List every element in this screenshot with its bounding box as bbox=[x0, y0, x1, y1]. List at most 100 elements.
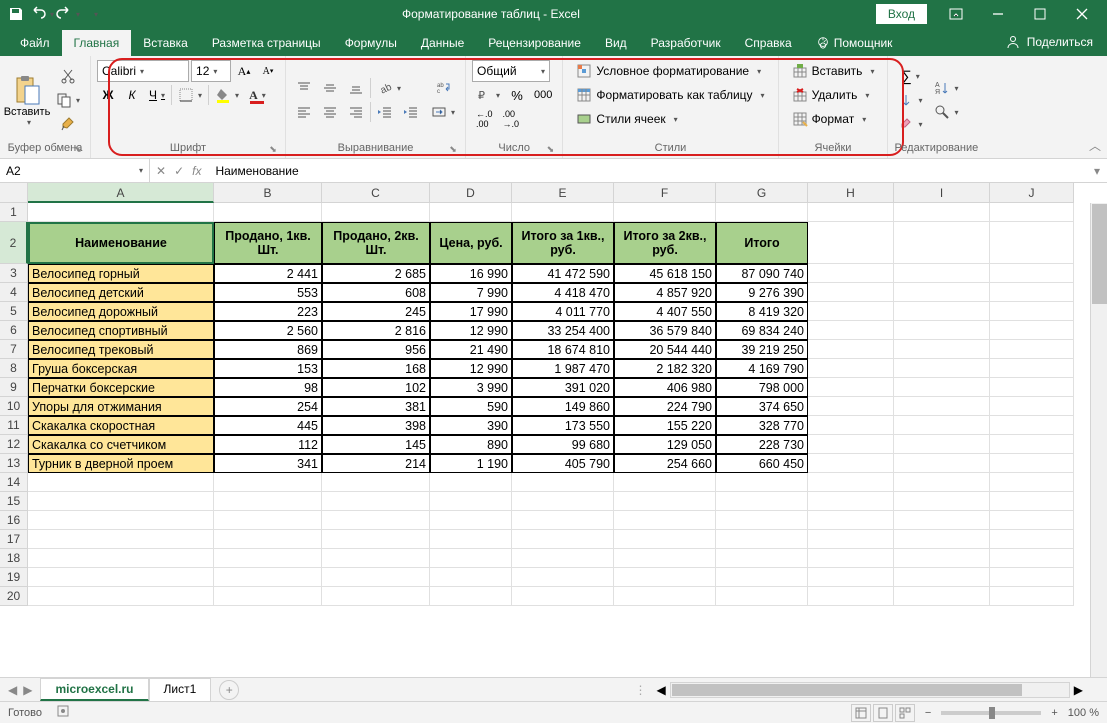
cell-J15[interactable] bbox=[990, 492, 1074, 511]
row-header-20[interactable]: 20 bbox=[0, 587, 28, 606]
cell-C10[interactable]: 381 bbox=[322, 397, 430, 416]
cell-C17[interactable] bbox=[322, 530, 430, 549]
cell-F19[interactable] bbox=[614, 568, 716, 587]
cell-E20[interactable] bbox=[512, 587, 614, 606]
share-button[interactable]: Поделиться bbox=[991, 28, 1107, 56]
cell-H5[interactable] bbox=[808, 302, 894, 321]
cell-D2[interactable]: Цена, руб. bbox=[430, 222, 512, 264]
cell-D7[interactable]: 21 490 bbox=[430, 340, 512, 359]
zoom-in-button[interactable]: + bbox=[1051, 707, 1057, 719]
cell-F8[interactable]: 2 182 320 bbox=[614, 359, 716, 378]
cell-G14[interactable] bbox=[716, 473, 808, 492]
cell-E5[interactable]: 4 011 770 bbox=[512, 302, 614, 321]
cell-C15[interactable] bbox=[322, 492, 430, 511]
cell-A10[interactable]: Упоры для отжимания bbox=[28, 397, 214, 416]
bold-button[interactable]: Ж bbox=[97, 84, 119, 106]
zoom-slider[interactable] bbox=[941, 711, 1041, 715]
cell-B6[interactable]: 2 560 bbox=[214, 321, 322, 340]
cell-H9[interactable] bbox=[808, 378, 894, 397]
cell-I20[interactable] bbox=[894, 587, 990, 606]
cell-I5[interactable] bbox=[894, 302, 990, 321]
formula-input[interactable]: Наименование bbox=[207, 164, 1087, 178]
cell-D17[interactable] bbox=[430, 530, 512, 549]
login-button[interactable]: Вход bbox=[876, 4, 927, 24]
tab-справка[interactable]: Справка bbox=[733, 30, 804, 56]
cell-C4[interactable]: 608 bbox=[322, 283, 430, 302]
row-header-7[interactable]: 7 bbox=[0, 340, 28, 359]
col-header-H[interactable]: H bbox=[808, 183, 894, 203]
format-painter-button[interactable] bbox=[52, 113, 84, 135]
cell-D8[interactable]: 12 990 bbox=[430, 359, 512, 378]
cell-D16[interactable] bbox=[430, 511, 512, 530]
col-header-J[interactable]: J bbox=[990, 183, 1074, 203]
borders-button[interactable]: ▾ bbox=[174, 84, 206, 106]
col-header-E[interactable]: E bbox=[512, 183, 614, 203]
macro-record-button[interactable] bbox=[56, 704, 70, 721]
row-headers[interactable]: 1234567891011121314151617181920 bbox=[0, 203, 28, 606]
cell-I12[interactable] bbox=[894, 435, 990, 454]
insert-function-button[interactable]: fx bbox=[192, 164, 201, 178]
cell-J13[interactable] bbox=[990, 454, 1074, 473]
cell-A14[interactable] bbox=[28, 473, 214, 492]
cell-B7[interactable]: 869 bbox=[214, 340, 322, 359]
hscroll-right[interactable]: ▶ bbox=[1070, 683, 1087, 697]
cell-J14[interactable] bbox=[990, 473, 1074, 492]
cell-I1[interactable] bbox=[894, 203, 990, 222]
cell-C11[interactable]: 398 bbox=[322, 416, 430, 435]
cell-H8[interactable] bbox=[808, 359, 894, 378]
cut-button[interactable] bbox=[52, 65, 84, 87]
cell-I18[interactable] bbox=[894, 549, 990, 568]
row-header-5[interactable]: 5 bbox=[0, 302, 28, 321]
sheet-nav-next[interactable]: ▶ bbox=[23, 683, 32, 697]
clipboard-dialog-launcher[interactable]: ⬊ bbox=[72, 144, 84, 156]
cell-A20[interactable] bbox=[28, 587, 214, 606]
cell-A13[interactable]: Турник в дверной проем bbox=[28, 454, 214, 473]
row-header-16[interactable]: 16 bbox=[0, 511, 28, 530]
increase-font-button[interactable]: A▴ bbox=[233, 60, 255, 82]
cell-G9[interactable]: 798 000 bbox=[716, 378, 808, 397]
cell-E4[interactable]: 4 418 470 bbox=[512, 283, 614, 302]
cell-grid[interactable]: НаименованиеПродано, 1кв. Шт.Продано, 2к… bbox=[28, 203, 1074, 606]
cell-F7[interactable]: 20 544 440 bbox=[614, 340, 716, 359]
cell-I3[interactable] bbox=[894, 264, 990, 283]
row-header-18[interactable]: 18 bbox=[0, 549, 28, 568]
font-name-combo[interactable]: Calibri▾ bbox=[97, 60, 189, 82]
cell-C9[interactable]: 102 bbox=[322, 378, 430, 397]
cell-H13[interactable] bbox=[808, 454, 894, 473]
format-cells-button[interactable]: Формат▾ bbox=[785, 108, 874, 130]
cell-E13[interactable]: 405 790 bbox=[512, 454, 614, 473]
cell-D11[interactable]: 390 bbox=[430, 416, 512, 435]
cell-B14[interactable] bbox=[214, 473, 322, 492]
cell-H20[interactable] bbox=[808, 587, 894, 606]
cell-B15[interactable] bbox=[214, 492, 322, 511]
cell-D13[interactable]: 1 190 bbox=[430, 454, 512, 473]
add-sheet-button[interactable]: + bbox=[219, 680, 239, 700]
cell-E16[interactable] bbox=[512, 511, 614, 530]
cell-D4[interactable]: 7 990 bbox=[430, 283, 512, 302]
cell-D19[interactable] bbox=[430, 568, 512, 587]
cell-G5[interactable]: 8 419 320 bbox=[716, 302, 808, 321]
italic-button[interactable]: К bbox=[121, 84, 143, 106]
horizontal-scrollbar[interactable] bbox=[670, 682, 1070, 698]
cell-C16[interactable] bbox=[322, 511, 430, 530]
cell-B3[interactable]: 2 441 bbox=[214, 264, 322, 283]
cell-F11[interactable]: 155 220 bbox=[614, 416, 716, 435]
sheet-tab-0[interactable]: microexcel.ru bbox=[40, 678, 148, 701]
cell-A3[interactable]: Велосипед горный bbox=[28, 264, 214, 283]
cell-J16[interactable] bbox=[990, 511, 1074, 530]
cell-H10[interactable] bbox=[808, 397, 894, 416]
cell-D20[interactable] bbox=[430, 587, 512, 606]
cell-H11[interactable] bbox=[808, 416, 894, 435]
cell-C12[interactable]: 145 bbox=[322, 435, 430, 454]
cell-C18[interactable] bbox=[322, 549, 430, 568]
cell-G17[interactable] bbox=[716, 530, 808, 549]
fill-color-button[interactable]: ▾ bbox=[211, 84, 243, 106]
cell-F6[interactable]: 36 579 840 bbox=[614, 321, 716, 340]
cell-A8[interactable]: Груша боксерская bbox=[28, 359, 214, 378]
cell-F13[interactable]: 254 660 bbox=[614, 454, 716, 473]
cell-A11[interactable]: Скакалка скоростная bbox=[28, 416, 214, 435]
cell-F15[interactable] bbox=[614, 492, 716, 511]
cell-H3[interactable] bbox=[808, 264, 894, 283]
align-left-button[interactable] bbox=[292, 101, 316, 123]
orientation-button[interactable]: ab▾ bbox=[373, 77, 405, 99]
